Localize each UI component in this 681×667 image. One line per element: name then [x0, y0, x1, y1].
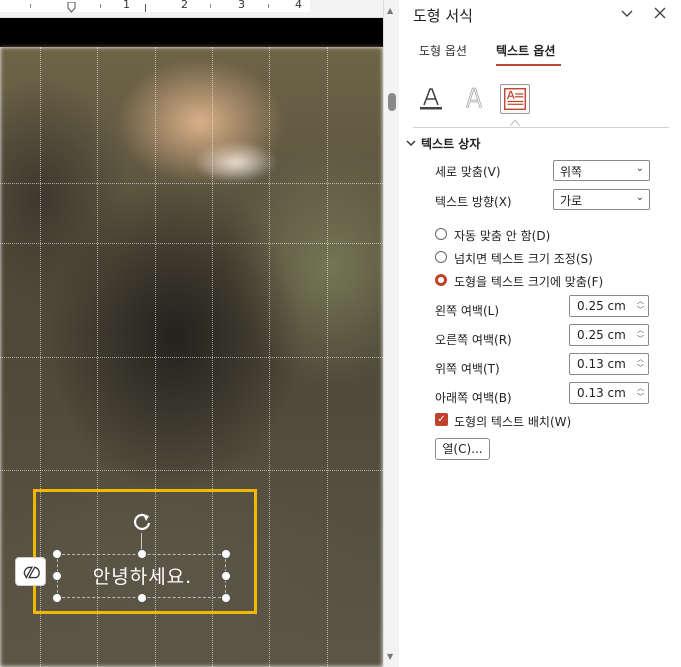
- resize-handle-left[interactable]: [52, 571, 62, 581]
- right-margin-spinner[interactable]: 0.25 cm ︿ ﹀: [569, 324, 649, 346]
- close-icon[interactable]: [651, 4, 669, 22]
- text-fill-outline-icon[interactable]: [416, 84, 446, 114]
- chevron-down-icon[interactable]: [405, 137, 417, 149]
- indent-marker-icon[interactable]: [67, 2, 76, 14]
- bottom-margin-label: 아래쪽 여백(B): [435, 391, 512, 405]
- top-margin-label: 위쪽 여백(T): [435, 362, 500, 376]
- text-direction-value: 가로: [560, 194, 583, 208]
- spinner-arrows-icon[interactable]: ︿ ﹀: [637, 384, 644, 402]
- resize-handle-bottom-left[interactable]: [52, 593, 62, 603]
- radio-shrink-on-overflow[interactable]: [435, 251, 447, 263]
- ruler-number: 4: [295, 0, 302, 11]
- right-margin-label: 오른쪽 여백(R): [435, 333, 512, 347]
- ruler-number: 3: [238, 0, 245, 11]
- resize-handle-top-left[interactable]: [52, 549, 62, 559]
- scroll-down-icon[interactable]: ▼: [387, 652, 393, 661]
- radio-resize-shape-to-fit[interactable]: [435, 274, 447, 286]
- text-direction-label: 텍스트 방향(X): [435, 195, 512, 209]
- tab-shape-options[interactable]: 도형 옵션: [419, 42, 467, 59]
- scroll-thumb[interactable]: [388, 93, 396, 111]
- text-effects-icon[interactable]: [459, 84, 489, 114]
- slide-top-band: [0, 18, 383, 47]
- guide-line: [269, 47, 270, 667]
- wrap-text-checkbox[interactable]: ✓: [435, 413, 448, 426]
- radio-do-not-autofit-label[interactable]: 자동 맞춤 안 함(D): [454, 227, 550, 244]
- vertical-align-select[interactable]: 위쪽 ⌄: [553, 160, 650, 181]
- pane-separator: [413, 127, 669, 128]
- selected-category-caret-icon: [510, 119, 520, 126]
- resize-handle-bottom[interactable]: [137, 593, 147, 603]
- section-header-textbox[interactable]: 텍스트 상자: [421, 135, 480, 152]
- radio-resize-shape-to-fit-label[interactable]: 도형을 텍스트 크기에 맞춤(F): [454, 273, 603, 290]
- chevron-down-icon: ⌄: [635, 192, 644, 203]
- ruler-page-area: [0, 0, 310, 12]
- guide-line: [0, 470, 383, 471]
- spinner-arrows-icon[interactable]: ︿ ﹀: [637, 326, 644, 344]
- top-margin-value: 0.13 cm: [577, 357, 626, 371]
- vertical-align-value: 위쪽: [560, 165, 583, 179]
- left-margin-value: 0.25 cm: [577, 299, 626, 313]
- guide-line: [0, 183, 383, 184]
- spinner-arrows-icon[interactable]: ︿ ﹀: [637, 297, 644, 315]
- bottom-margin-spinner[interactable]: 0.13 cm ︿ ﹀: [569, 382, 649, 404]
- radio-do-not-autofit[interactable]: [435, 228, 447, 240]
- pane-title: 도형 서식: [413, 7, 473, 25]
- text-direction-select[interactable]: 가로 ⌄: [553, 189, 650, 210]
- active-tab-indicator: [496, 64, 561, 66]
- resize-handle-right[interactable]: [221, 571, 231, 581]
- ruler-tick: [268, 4, 269, 8]
- chevron-down-icon[interactable]: [619, 6, 635, 22]
- guide-line: [0, 357, 383, 358]
- ruler-tick: [145, 4, 146, 12]
- spinner-arrows-icon[interactable]: ︿ ﹀: [637, 355, 644, 373]
- ruler-tick: [100, 4, 101, 8]
- ruler-number: 2: [181, 0, 188, 11]
- textbox-icon[interactable]: [500, 84, 530, 114]
- wrap-text-label[interactable]: 도형의 텍스트 배치(W): [454, 413, 571, 430]
- ruler-number: 1: [123, 0, 130, 11]
- guide-line: [327, 47, 328, 667]
- radio-shrink-on-overflow-label[interactable]: 넘치면 텍스트 크기 조정(S): [454, 250, 593, 267]
- guide-line: [0, 243, 383, 244]
- horizontal-ruler[interactable]: 1 2 3 4: [0, 0, 383, 18]
- resize-handle-bottom-right[interactable]: [221, 593, 231, 603]
- columns-button[interactable]: 열(C)...: [435, 438, 490, 460]
- resize-handle-top[interactable]: [137, 549, 147, 559]
- ruler-tick: [30, 4, 31, 8]
- right-margin-value: 0.25 cm: [577, 328, 626, 342]
- vertical-scrollbar[interactable]: ▲ ▼: [383, 0, 399, 667]
- top-margin-spinner[interactable]: 0.13 cm ︿ ﹀: [569, 353, 649, 375]
- vertical-align-label: 세로 맞춤(V): [435, 165, 501, 179]
- scroll-up-icon[interactable]: ▲: [387, 6, 393, 15]
- slide-canvas[interactable]: 1 2 3 4 안녕하세요.: [0, 0, 383, 667]
- bottom-margin-value: 0.13 cm: [577, 386, 626, 400]
- selected-textbox[interactable]: 안녕하세요.: [57, 554, 226, 598]
- left-margin-label: 왼쪽 여백(L): [435, 304, 500, 318]
- layout-options-icon[interactable]: [15, 557, 46, 586]
- rotate-handle-icon[interactable]: [131, 511, 153, 533]
- format-shape-pane: 도형 서식 도형 옵션 텍스트 옵션 텍스트 상자 세로 맞춤(V) 위쪽 ⌄ …: [399, 0, 681, 667]
- chevron-down-icon: ⌄: [635, 163, 644, 174]
- left-margin-spinner[interactable]: 0.25 cm ︿ ﹀: [569, 295, 649, 317]
- resize-handle-top-right[interactable]: [221, 549, 231, 559]
- tab-text-options[interactable]: 텍스트 옵션: [496, 42, 555, 59]
- ruler-tick: [210, 4, 211, 8]
